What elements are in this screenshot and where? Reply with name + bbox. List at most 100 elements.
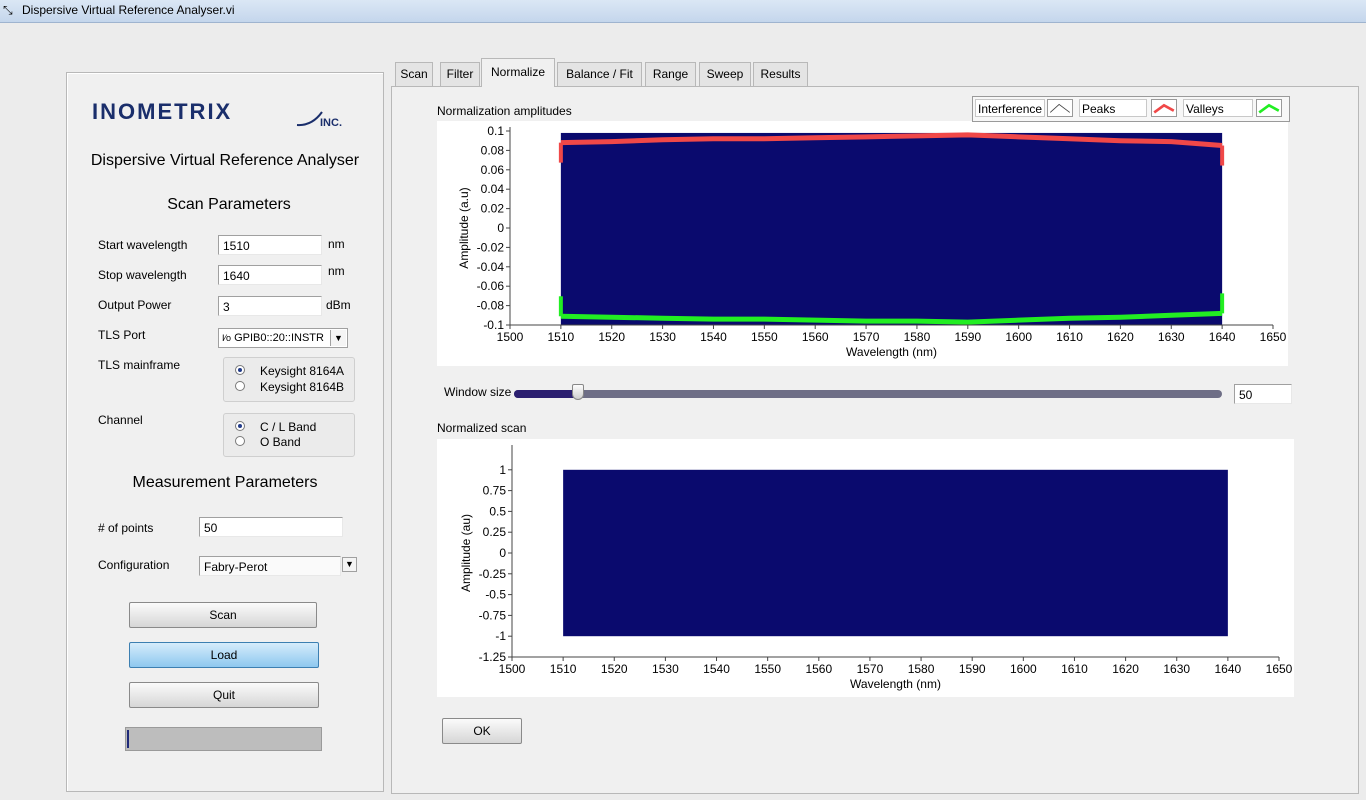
x-tick-label: 1510 (548, 330, 575, 344)
x-tick-label: 1590 (959, 662, 986, 676)
y-tick-label: 0.1 (487, 124, 504, 138)
x-tick-label: 1500 (499, 662, 526, 676)
x-tick-label: 1640 (1215, 662, 1242, 676)
x-tick-label: 1570 (857, 662, 884, 676)
tls-mainframe-option-a[interactable]: Keysight 8164A (260, 364, 344, 378)
io-icon: I⁄o (222, 333, 232, 343)
legend-peaks: Peaks (1079, 99, 1147, 117)
measurement-heading: Measurement Parameters (132, 474, 318, 491)
legend-valleys: Valleys (1183, 99, 1253, 117)
x-tick-label: 1620 (1107, 330, 1134, 344)
ok-button[interactable]: OK (442, 718, 522, 744)
x-tick-label: 1540 (703, 662, 730, 676)
y-tick-label: -0.02 (477, 240, 505, 254)
tab-results[interactable]: Results (753, 62, 808, 86)
tls-mainframe-option-b[interactable]: Keysight 8164B (260, 380, 344, 394)
configuration-dropdown[interactable]: ▼ (342, 557, 357, 572)
x-tick-label: 1560 (805, 662, 832, 676)
x-tick-label: 1580 (904, 330, 931, 344)
x-tick-label: 1630 (1163, 662, 1190, 676)
tls-port-value: GPIB0::20::INSTR (234, 332, 324, 344)
start-wavelength-input[interactable]: 1510 (218, 235, 322, 255)
radio-cl-band[interactable] (235, 421, 245, 431)
y-tick-label: 1 (499, 463, 506, 477)
logo-text: INOMETRIX (92, 99, 232, 124)
chevron-down-icon[interactable]: ▼ (330, 330, 346, 346)
window-size-slider-track[interactable] (514, 390, 1222, 398)
y-tick-label: 0 (499, 546, 506, 560)
legend-interference: Interference (975, 99, 1045, 117)
stop-wavelength-label: Stop wavelength (98, 268, 187, 282)
tab-balance-fit[interactable]: Balance / Fit (557, 62, 642, 86)
y-tick-label: 0.06 (481, 163, 505, 177)
x-tick-label: 1520 (601, 662, 628, 676)
y-tick-label: -1.25 (479, 650, 507, 664)
x-tick-label: 1650 (1260, 330, 1287, 344)
start-wavelength-label: Start wavelength (98, 238, 188, 252)
x-tick-label: 1560 (802, 330, 829, 344)
tab-filter[interactable]: Filter (440, 62, 480, 86)
y-tick-label: -0.75 (479, 608, 507, 622)
channel-option-o[interactable]: O Band (260, 435, 301, 449)
load-button[interactable]: Load (129, 642, 319, 668)
y-axis-label: Amplitude (a.u) (457, 187, 471, 268)
interference-line-icon[interactable] (1047, 99, 1073, 117)
configuration-label: Configuration (98, 558, 170, 572)
radio-o-band[interactable] (235, 436, 245, 446)
tls-port-label: TLS Port (98, 328, 146, 342)
y-tick-label: 0 (497, 221, 504, 235)
quit-button[interactable]: Quit (129, 682, 319, 708)
x-tick-label: 1630 (1158, 330, 1185, 344)
y-tick-label: 0.04 (481, 182, 505, 196)
y-tick-label: -0.5 (485, 588, 506, 602)
output-power-unit: dBm (326, 298, 351, 312)
y-tick-label: -0.08 (477, 299, 505, 313)
x-tick-label: 1530 (652, 662, 679, 676)
y-tick-label: 0.08 (481, 143, 505, 157)
chevron-down-icon[interactable]: ▼ (343, 558, 356, 571)
tab-scan[interactable]: Scan (395, 62, 433, 86)
x-tick-label: 1510 (550, 662, 577, 676)
radio-8164a[interactable] (235, 365, 245, 375)
x-tick-label: 1600 (1010, 662, 1037, 676)
norm-graph-title: Normalized scan (437, 421, 527, 435)
valleys-line-icon[interactable] (1256, 99, 1282, 117)
tls-mainframe-label: TLS mainframe (98, 358, 181, 372)
x-tick-label: 1550 (751, 330, 778, 344)
y-tick-label: -0.04 (477, 260, 505, 274)
y-tick-label: -1 (495, 629, 506, 643)
tab-sweep[interactable]: Sweep (699, 62, 751, 86)
output-power-input[interactable]: 3 (218, 296, 322, 316)
configuration-select[interactable]: Fabry-Perot (199, 556, 341, 576)
x-tick-label: 1520 (598, 330, 625, 344)
radio-8164b[interactable] (235, 381, 245, 391)
tab-range[interactable]: Range (645, 62, 696, 86)
window-size-slider-thumb[interactable] (571, 384, 584, 400)
window-size-slider-fill (514, 390, 578, 398)
x-tick-label: 1610 (1061, 662, 1088, 676)
num-points-label: # of points (98, 521, 154, 535)
channel-option-cl[interactable]: C / L Band (260, 420, 316, 434)
window-size-input[interactable]: 50 (1234, 384, 1292, 404)
x-axis-label: Wavelength (nm) (850, 677, 941, 691)
window-size-label: Window size (444, 385, 512, 399)
x-tick-label: 1570 (853, 330, 880, 344)
tab-normalize[interactable]: Normalize (481, 58, 555, 87)
channel-label: Channel (98, 413, 143, 427)
interference-band (560, 132, 1223, 325)
y-tick-label: 0.25 (483, 525, 507, 539)
y-tick-label: -0.1 (483, 318, 504, 332)
x-tick-label: 1540 (700, 330, 727, 344)
tls-port-select[interactable]: I⁄o GPIB0::20::INSTR ▼ (218, 328, 348, 348)
num-points-input[interactable]: 50 (199, 517, 343, 537)
stop-wavelength-input[interactable]: 1640 (218, 265, 322, 285)
y-tick-label: -0.06 (477, 279, 505, 293)
peaks-line-icon[interactable] (1151, 99, 1177, 117)
x-tick-label: 1610 (1056, 330, 1083, 344)
scan-button[interactable]: Scan (129, 602, 317, 628)
window-title: Dispersive Virtual Reference Analyser.vi (22, 3, 235, 17)
x-tick-label: 1530 (649, 330, 676, 344)
output-power-label: Output Power (98, 298, 172, 312)
x-tick-label: 1580 (908, 662, 935, 676)
logo-suffix: INC. (320, 117, 342, 129)
